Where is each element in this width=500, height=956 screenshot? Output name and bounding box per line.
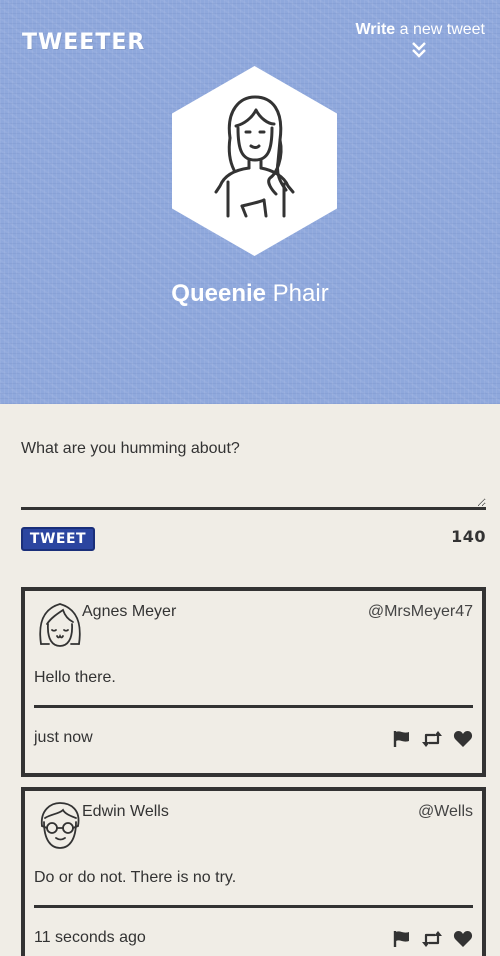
tweet-timestamp: just now xyxy=(34,729,93,746)
tweet-author-handle[interactable]: @MrsMeyer47 xyxy=(368,603,473,621)
tweet-compose-input[interactable] xyxy=(21,428,486,510)
tweet-text: Do or do not. There is no try. xyxy=(34,869,237,886)
character-counter: 140 xyxy=(451,527,486,546)
profile-header: TWEETER Write a new tweet Queenie Phair xyxy=(0,0,500,404)
tweet-author-name[interactable]: Edwin Wells xyxy=(82,803,169,821)
tweet-button[interactable]: TWEET xyxy=(21,527,95,551)
tweet-card: Agnes Meyer @MrsMeyer47 Hello there. jus… xyxy=(21,587,486,777)
profile-name: Queenie Phair xyxy=(0,280,500,308)
tweet-actions xyxy=(393,730,473,748)
tweet-text: Hello there. xyxy=(34,669,116,686)
heart-icon[interactable] xyxy=(453,730,473,748)
tweet-timestamp: 11 seconds ago xyxy=(34,929,146,946)
write-new-tweet-link[interactable]: Write a new tweet xyxy=(355,21,485,39)
glasses-man-avatar-icon xyxy=(40,802,80,849)
flag-icon[interactable] xyxy=(393,930,411,948)
flag-icon[interactable] xyxy=(393,730,411,748)
tweet-divider xyxy=(34,905,473,908)
profile-last-name: Phair xyxy=(266,280,329,307)
write-label-bold: Write xyxy=(355,21,396,38)
tweet-divider xyxy=(34,705,473,708)
write-label-rest: a new tweet xyxy=(395,21,485,38)
profile-first-name: Queenie xyxy=(171,280,266,307)
heart-icon[interactable] xyxy=(453,930,473,948)
tweet-actions xyxy=(393,930,473,948)
app-logo[interactable]: TWEETER xyxy=(22,30,145,55)
retweet-icon[interactable] xyxy=(421,930,443,948)
profile-avatar xyxy=(172,66,337,256)
tweet-card: Edwin Wells @Wells Do or do not. There i… xyxy=(21,787,486,956)
tweet-author-handle[interactable]: @Wells xyxy=(418,803,473,821)
tweet-author-name[interactable]: Agnes Meyer xyxy=(82,603,176,621)
chevron-double-down-icon[interactable] xyxy=(411,41,427,59)
girl-avatar-icon xyxy=(39,603,81,647)
retweet-icon[interactable] xyxy=(421,730,443,748)
